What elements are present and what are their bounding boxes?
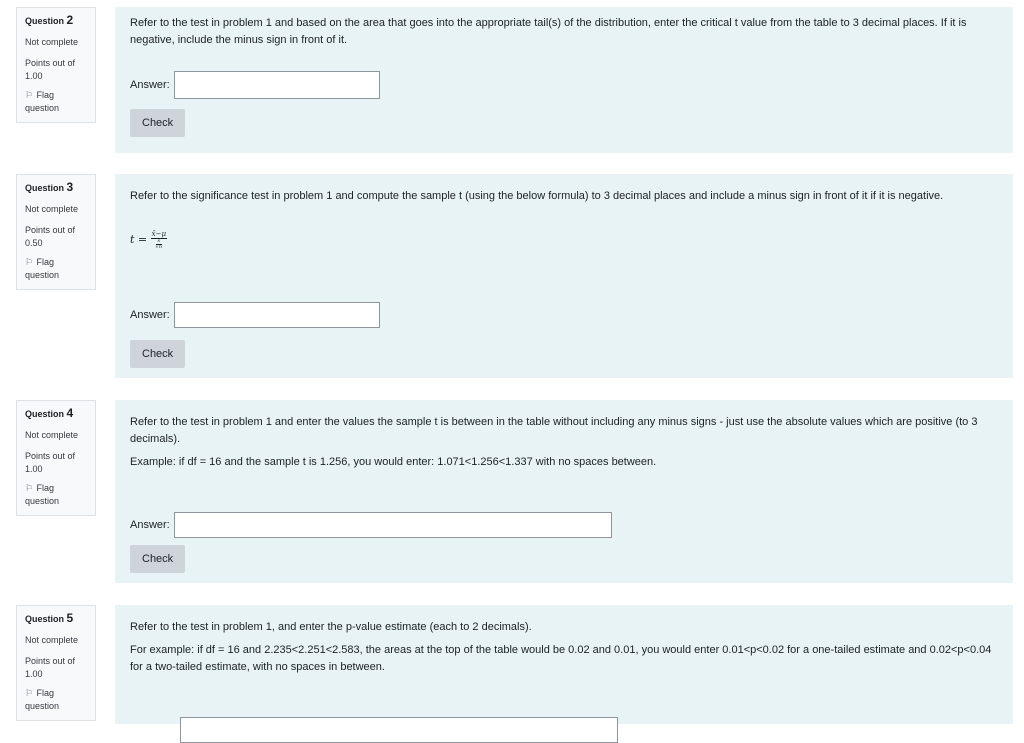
grade-label: Points out of [25, 656, 76, 666]
answer-row: Answer: [130, 71, 380, 99]
question-number: Question 3 [25, 180, 74, 194]
question-info-3: Question 3 Not complete Points out of 0.… [16, 174, 96, 290]
grade-label: Points out of [25, 58, 76, 68]
grade-value: 1.00 [25, 669, 43, 679]
question-number: Question 2 [25, 13, 74, 27]
flag-icon: ⚐ [25, 483, 34, 493]
answer-label: Answer: [130, 308, 170, 321]
flag-icon: ⚐ [25, 257, 34, 267]
flag-icon: ⚐ [25, 90, 34, 100]
grade-value: 1.00 [25, 71, 43, 81]
answer-input[interactable] [173, 302, 380, 328]
question-number: Question 4 [25, 406, 74, 420]
question-state: Not complete [25, 635, 79, 645]
grade-label: Points out of [25, 451, 76, 461]
question-text: Refer to the significance test in proble… [130, 190, 944, 202]
grade-value: 0.50 [25, 238, 43, 248]
answer-row [130, 717, 618, 743]
answer-label: Answer: [130, 518, 170, 531]
question-info-2: Question 2 Not complete Points out of 1.… [16, 7, 96, 123]
question-text: Refer to the test in problem 1 and based… [130, 17, 967, 46]
question-content-3: Refer to the significance test in proble… [115, 174, 1013, 378]
question-text: Refer to the test in problem 1 and enter… [130, 416, 978, 468]
question-content-4: Refer to the test in problem 1 and enter… [115, 400, 1013, 583]
answer-input[interactable] [180, 717, 618, 743]
check-button[interactable]: Check [130, 545, 186, 573]
formula-fraction: x̄−μ s √n [150, 230, 168, 250]
question-content-5: Refer to the test in problem 1, and ente… [115, 605, 1013, 743]
question-state: Not complete [25, 37, 79, 47]
question-text: Refer to the test in problem 1, and ente… [130, 621, 992, 673]
check-button[interactable]: Check [130, 109, 186, 137]
answer-row: Answer: [130, 512, 612, 538]
question-info-4: Question 4 Not complete Points out of 1.… [16, 400, 96, 516]
t-formula: t = x̄−μ s √n [130, 230, 168, 250]
question-number: Question 5 [25, 611, 74, 625]
answer-row: Answer: [130, 302, 380, 328]
answer-input[interactable] [173, 512, 612, 538]
question-content-2: Refer to the test in problem 1 and based… [115, 7, 1013, 153]
answer-label: Answer: [130, 78, 170, 91]
question-state: Not complete [25, 204, 79, 214]
grade-value: 1.00 [25, 464, 43, 474]
question-state: Not complete [25, 430, 79, 440]
question-info-5: Question 5 Not complete Points out of 1.… [16, 605, 96, 721]
flag-question-link[interactable]: ⚐ Flag question [25, 89, 87, 115]
flag-question-link[interactable]: ⚐ Flag question [25, 687, 87, 713]
flag-icon: ⚐ [25, 688, 34, 698]
grade-label: Points out of [25, 225, 76, 235]
answer-input[interactable] [173, 71, 380, 99]
flag-question-link[interactable]: ⚐ Flag question [25, 482, 87, 508]
flag-question-link[interactable]: ⚐ Flag question [25, 256, 87, 282]
check-button[interactable]: Check [130, 340, 186, 368]
